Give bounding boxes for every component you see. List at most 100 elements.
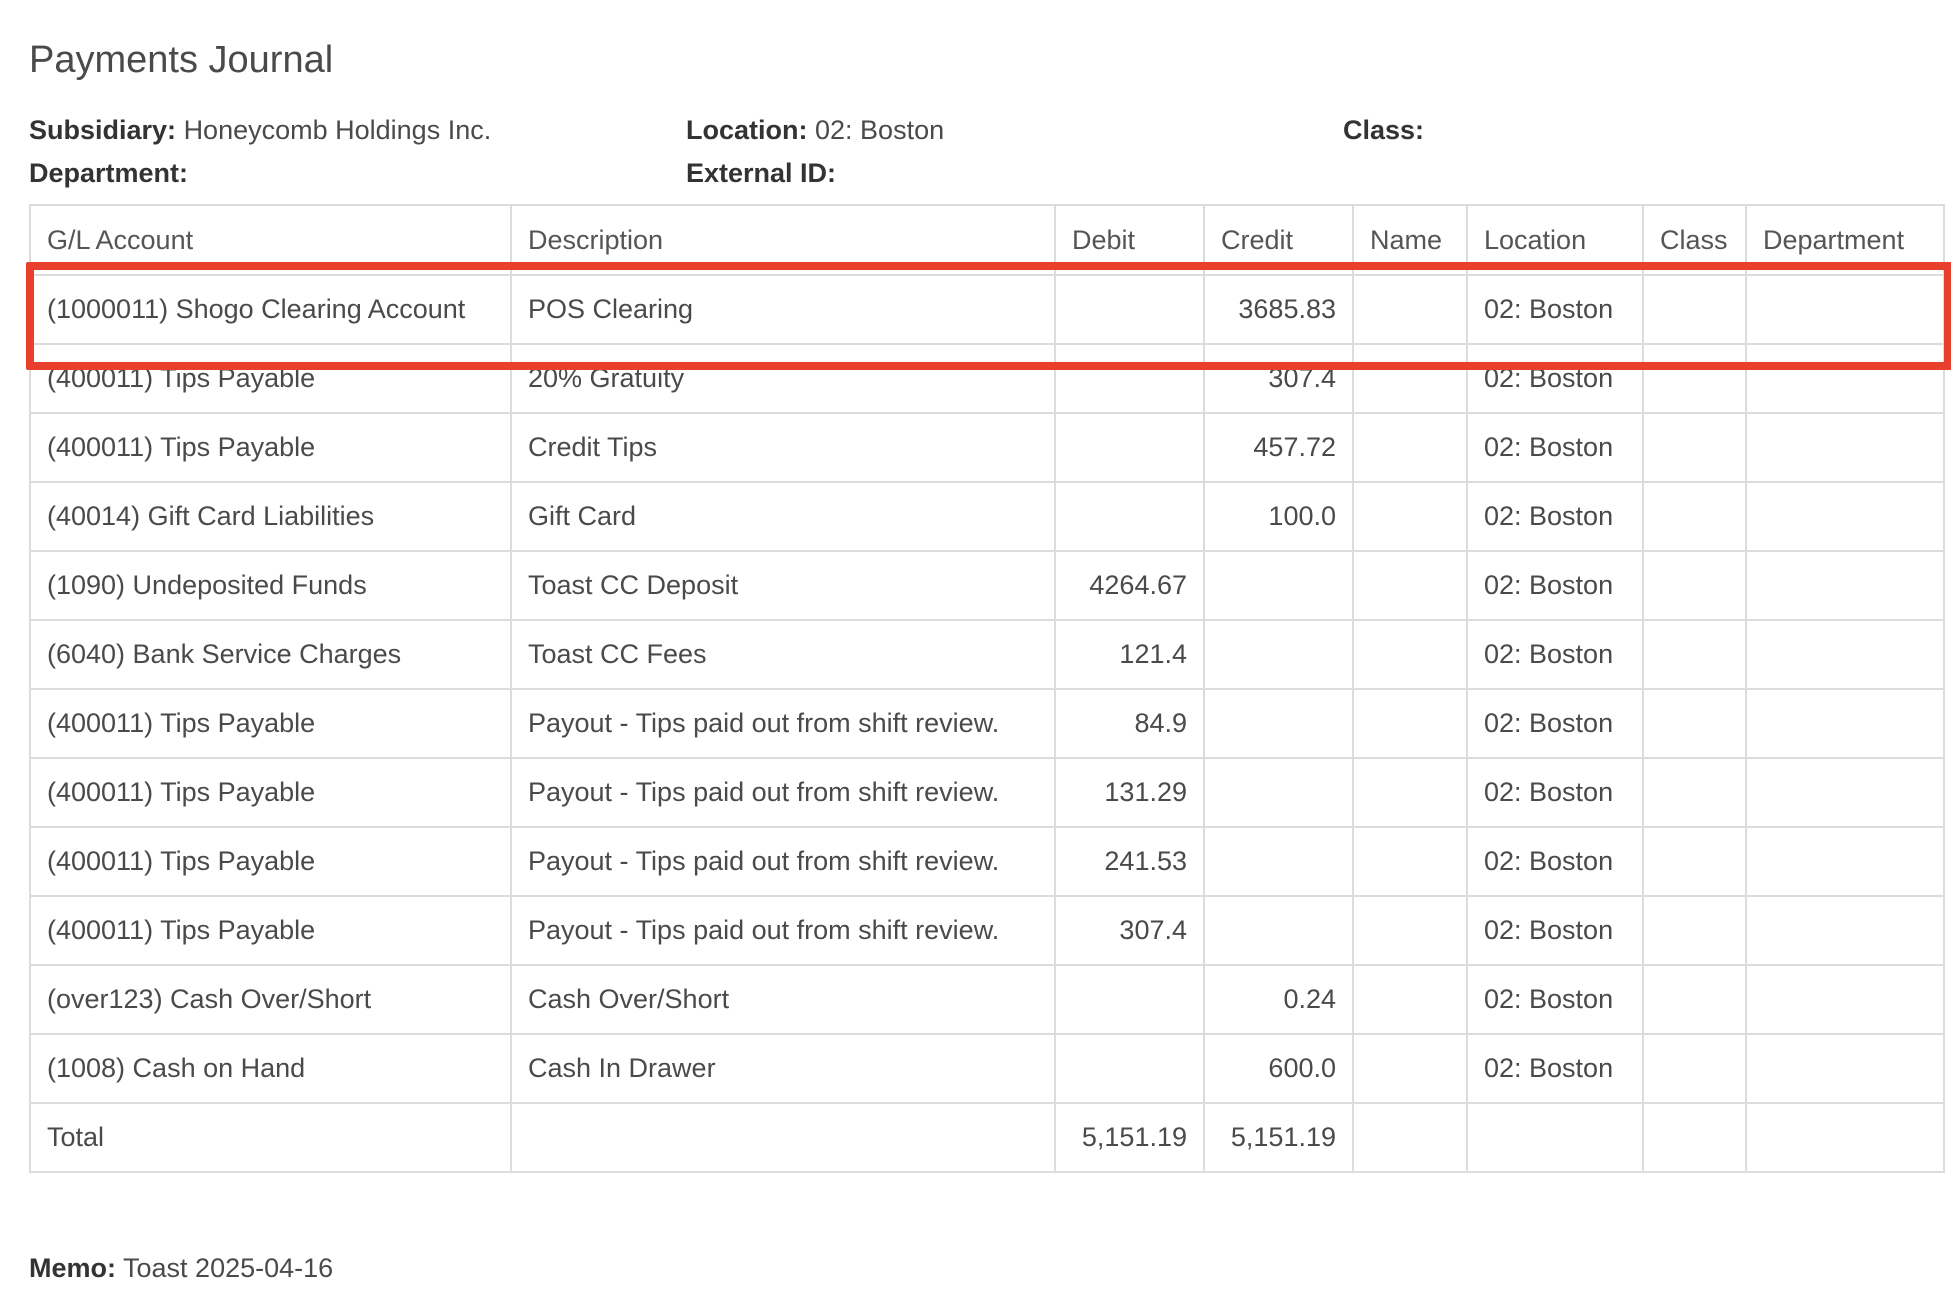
memo-label: Memo:	[29, 1253, 116, 1283]
cell-location: 02: Boston	[1466, 550, 1644, 621]
cell-description: Toast CC Fees	[510, 619, 1056, 690]
total-debit: 5,151.19	[1054, 1102, 1205, 1173]
cell-location: 02: Boston	[1466, 964, 1644, 1035]
cell-credit	[1203, 826, 1354, 897]
table-row: (400011) Tips Payable 20% Gratuity 307.4 02…	[29, 343, 1945, 414]
cell-class	[1642, 688, 1747, 759]
department-label: Department:	[29, 158, 189, 188]
cell-location: 02: Boston	[1466, 412, 1644, 483]
location-field: Location: 02: Boston	[686, 112, 944, 148]
cell-location: 02: Boston	[1466, 688, 1644, 759]
cell-name	[1352, 757, 1468, 828]
cell-gl-account: (6040) Bank Service Charges	[29, 619, 512, 690]
cell-location: 02: Boston	[1466, 1033, 1644, 1104]
cell-department	[1745, 619, 1945, 690]
cell-name	[1352, 895, 1468, 966]
cell-description: Payout - Tips paid out from shift review…	[510, 826, 1056, 897]
journal-lines: (1000011) Shogo Clearing Account POS Clea…	[29, 274, 1945, 1173]
total-credit: 5,151.19	[1203, 1102, 1354, 1173]
cell-gl-account: (1008) Cash on Hand	[29, 1033, 512, 1104]
journal-lines-table: G/L Account Description Debit Credit Nam…	[29, 204, 1945, 1173]
cell-class	[1642, 1033, 1747, 1104]
cell-debit: 241.53	[1054, 826, 1205, 897]
total-location-cell	[1466, 1102, 1644, 1173]
cell-description: Gift Card	[510, 481, 1056, 552]
total-row: Total 5,151.19 5,151.19	[29, 1102, 1945, 1173]
cell-description: Payout - Tips paid out from shift review…	[510, 757, 1056, 828]
location-value: 02: Boston	[815, 115, 945, 145]
cell-department	[1745, 412, 1945, 483]
table-row: (400011) Tips Payable Credit Tips 457.72 02…	[29, 412, 1945, 483]
cell-credit	[1203, 757, 1354, 828]
subsidiary-field: Subsidiary: Honeycomb Holdings Inc.	[29, 112, 491, 148]
class-label: Class:	[1343, 115, 1425, 145]
cell-class	[1642, 481, 1747, 552]
cell-description: POS Clearing	[510, 274, 1056, 345]
cell-debit: 121.4	[1054, 619, 1205, 690]
cell-gl-account: (40014) Gift Card Liabilities	[29, 481, 512, 552]
cell-location: 02: Boston	[1466, 481, 1644, 552]
location-label: Location:	[686, 115, 808, 145]
subsidiary-value: Honeycomb Holdings Inc.	[183, 115, 492, 145]
cell-class	[1642, 550, 1747, 621]
cell-gl-account: (over123) Cash Over/Short	[29, 964, 512, 1035]
cell-credit: 100.0	[1203, 481, 1354, 552]
cell-class	[1642, 895, 1747, 966]
column-header-gl-account: G/L Account	[29, 204, 512, 276]
cell-location: 02: Boston	[1466, 343, 1644, 414]
table-row: (1090) Undeposited Funds Toast CC Deposit…	[29, 550, 1945, 621]
cell-debit: 84.9	[1054, 688, 1205, 759]
cell-description: Payout - Tips paid out from shift review…	[510, 688, 1056, 759]
cell-gl-account: (400011) Tips Payable	[29, 412, 512, 483]
column-header-location: Location	[1466, 204, 1644, 276]
cell-description: Cash Over/Short	[510, 964, 1056, 1035]
column-header-department: Department	[1745, 204, 1945, 276]
cell-name	[1352, 550, 1468, 621]
cell-description: 20% Gratuity	[510, 343, 1056, 414]
cell-credit: 307.4	[1203, 343, 1354, 414]
column-header-credit: Credit	[1203, 204, 1354, 276]
cell-department	[1745, 1033, 1945, 1104]
cell-debit	[1054, 1033, 1205, 1104]
page-title: Payments Journal	[29, 39, 334, 81]
cell-department	[1745, 826, 1945, 897]
cell-debit	[1054, 481, 1205, 552]
table-row: (400011) Tips Payable Payout - Tips paid …	[29, 757, 1945, 828]
subsidiary-label: Subsidiary:	[29, 115, 177, 145]
table-header-row: G/L Account Description Debit Credit Nam…	[29, 204, 1945, 276]
cell-credit	[1203, 619, 1354, 690]
cell-debit: 307.4	[1054, 895, 1205, 966]
cell-class	[1642, 619, 1747, 690]
cell-class	[1642, 826, 1747, 897]
total-class-cell	[1642, 1102, 1747, 1173]
table-row: (6040) Bank Service Charges Toast CC Fees…	[29, 619, 1945, 690]
total-description-cell	[510, 1102, 1056, 1173]
cell-credit: 457.72	[1203, 412, 1354, 483]
cell-department	[1745, 895, 1945, 966]
cell-debit: 131.29	[1054, 757, 1205, 828]
cell-gl-account: (400011) Tips Payable	[29, 895, 512, 966]
cell-location: 02: Boston	[1466, 274, 1644, 345]
cell-gl-account: (400011) Tips Payable	[29, 757, 512, 828]
table-row: (over123) Cash Over/Short Cash Over/Short…	[29, 964, 1945, 1035]
cell-department	[1745, 481, 1945, 552]
memo-value: Toast 2025-04-16	[123, 1253, 334, 1283]
external-id-field: External ID:	[686, 155, 836, 191]
memo-field: Memo: Toast 2025-04-16	[29, 1250, 333, 1286]
cell-debit	[1054, 343, 1205, 414]
cell-name	[1352, 1033, 1468, 1104]
column-header-debit: Debit	[1054, 204, 1205, 276]
cell-credit	[1203, 550, 1354, 621]
cell-location: 02: Boston	[1466, 619, 1644, 690]
total-department-cell	[1745, 1102, 1945, 1173]
cell-location: 02: Boston	[1466, 895, 1644, 966]
column-header-description: Description	[510, 204, 1056, 276]
cell-name	[1352, 274, 1468, 345]
department-field: Department:	[29, 155, 188, 191]
cell-description: Credit Tips	[510, 412, 1056, 483]
external-id-label: External ID:	[686, 158, 837, 188]
cell-credit: 600.0	[1203, 1033, 1354, 1104]
total-label: Total	[29, 1102, 512, 1173]
cell-location: 02: Boston	[1466, 826, 1644, 897]
cell-department	[1745, 274, 1945, 345]
